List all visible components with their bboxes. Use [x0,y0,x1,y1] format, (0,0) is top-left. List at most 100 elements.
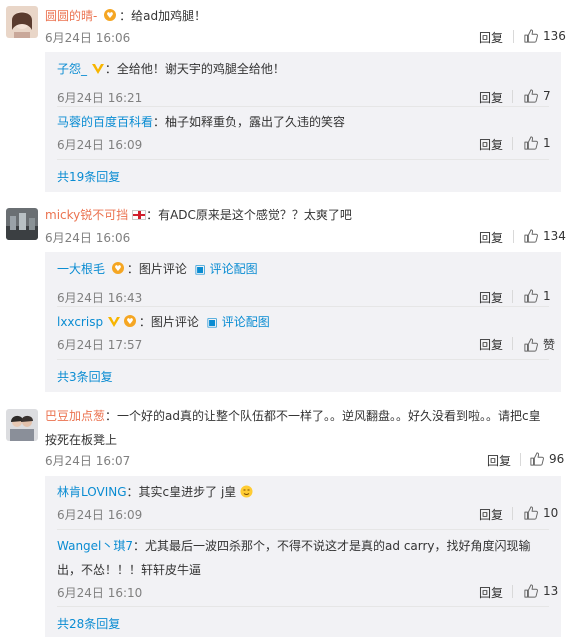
comment-time: 6月24日 16:09 [57,138,143,152]
like-count: 7 [543,89,551,103]
username-link[interactable]: 一大根毛 [57,262,105,276]
divider [57,529,549,530]
divider [57,306,549,307]
reply-button[interactable]: 回复 [479,289,503,306]
like-button[interactable]: 13 [524,584,558,598]
divider [520,453,521,466]
like-button[interactable]: 1 [524,289,551,303]
comment-time: 6月24日 16:09 [57,508,143,522]
reply-button[interactable]: 回复 [479,136,503,153]
reply-button[interactable]: 回复 [479,229,503,246]
thumb-up-icon [524,338,538,352]
divider [512,507,513,520]
divider [57,606,549,607]
username-link[interactable]: 林肯LOVING [57,485,127,499]
divider [512,585,513,598]
image-icon: ▣ [206,315,218,329]
username-link[interactable]: 圆圆的晴- [45,9,97,23]
username-link[interactable]: micky锐不可挡 [45,208,128,222]
reply-button[interactable]: 回复 [487,452,511,469]
smile-emoji-icon [240,484,253,504]
like-count: 136 [543,29,566,43]
vip-v-icon [91,61,105,81]
thumb-up-icon [530,452,544,466]
sub-reply-text: 一大根毛 ♥ ：图片评论 ▣ 评论配图 [57,259,258,281]
sub-reply-box: 子怨_ ：全给他！谢天宇的鸡腿全给他！ 6月24日 16:21 回复 7 马蓉的… [45,52,561,192]
divider [57,159,549,160]
like-count: 10 [543,506,559,520]
thumb-up-icon [524,289,538,303]
divider [57,359,549,360]
reply-button[interactable]: 回复 [479,29,503,46]
like-count: 赞 [543,338,556,352]
comment-text: 巴豆加点葱：一个好的ad真的让整个队伍都不一样了。。逆风翻盘。。好久没看到啦。。… [45,409,541,447]
thumb-up-icon [524,29,538,43]
like-button[interactable]: 10 [524,506,558,520]
thumb-up-icon [524,136,538,150]
like-button[interactable]: 136 [524,29,566,43]
like-count: 1 [543,136,551,150]
like-count: 1 [543,289,551,303]
more-replies-link[interactable]: 共3条回复 [57,368,113,385]
username-link[interactable]: 子怨_ [57,62,87,76]
comment-time: 6月24日 16:06 [45,31,131,45]
flag-icon [132,210,147,220]
divider [512,337,513,350]
divider [512,90,513,103]
sub-reply-box: 林肯LOVING：其实c皇进步了 j皇 6月24日 16:09 回复 10 Wa… [45,476,561,637]
like-button[interactable]: 134 [524,229,566,243]
vip-badge-icon: ♥ [109,261,127,281]
comment-time: 6月24日 16:10 [57,586,143,600]
avatar[interactable] [6,409,38,441]
comment-text: 圆圆的晴- ♥ ：给ad加鸡腿！ [45,6,206,28]
like-button[interactable]: 赞 [524,336,555,353]
like-count: 13 [543,584,559,598]
image-icon: ▣ [194,262,206,276]
divider [513,230,514,243]
like-count: 96 [549,452,565,466]
username-link[interactable]: 马蓉的百度百科看 [57,115,153,129]
sub-reply-text: Wangel丶琪7：尤其最后一波四杀那个，不得不说这才是真的ad carry，找… [57,539,531,577]
thumb-up-icon [524,229,538,243]
sub-reply-text: 林肯LOVING：其实c皇进步了 j皇 [57,482,253,504]
more-replies-link[interactable]: 共19条回复 [57,168,120,185]
vip-badge-icon: ♥ [121,314,139,334]
avatar[interactable] [6,208,38,240]
svg-text:♥: ♥ [107,11,114,20]
sub-reply-text: lxxcrisp ♥ ：图片评论 ▣ 评论配图 [57,312,270,334]
comment-time: 6月24日 16:21 [57,91,143,105]
comment-time: 6月24日 16:06 [45,231,131,245]
thumb-up-icon [524,584,538,598]
comment-image-link[interactable]: ▣ 评论配图 [207,315,270,329]
username-link[interactable]: Wangel丶琪7 [57,539,133,553]
reply-button[interactable]: 回复 [479,336,503,353]
username-link[interactable]: lxxcrisp [57,315,103,329]
comment-time: 6月24日 16:43 [57,291,143,305]
vip-badge-icon: ♥ [101,8,119,28]
comment-image-link[interactable]: ▣ 评论配图 [195,262,258,276]
reply-button[interactable]: 回复 [479,89,503,106]
reply-button[interactable]: 回复 [479,506,503,523]
reply-button[interactable]: 回复 [479,584,503,601]
divider [512,137,513,150]
vip-v-icon [107,314,121,334]
sub-reply-text: 子怨_ ：全给他！谢天宇的鸡腿全给他！ [57,59,285,81]
thumb-up-icon [524,506,538,520]
comment-time: 6月24日 16:07 [45,454,131,468]
like-button[interactable]: 96 [530,452,564,466]
more-replies-link[interactable]: 共28条回复 [57,615,120,632]
divider [512,290,513,303]
like-count: 134 [543,229,566,243]
sub-reply-box: 一大根毛 ♥ ：图片评论 ▣ 评论配图 6月24日 16:43 回复 1 lxx… [45,252,561,392]
comment-text: micky锐不可挡 ：有ADC原来是这个感觉？？太爽了吧 [45,208,352,222]
like-button[interactable]: 1 [524,136,551,150]
divider [57,106,549,107]
avatar[interactable] [6,6,38,38]
comment-time: 6月24日 17:57 [57,338,143,352]
svg-text:♥: ♥ [114,264,121,273]
like-button[interactable]: 7 [524,89,551,103]
username-link[interactable]: 巴豆加点葱 [45,409,105,423]
sub-reply-text: 马蓉的百度百科看：柚子如释重负，露出了久违的笑容 [57,115,346,129]
thumb-up-icon [524,89,538,103]
svg-text:♥: ♥ [126,317,133,326]
